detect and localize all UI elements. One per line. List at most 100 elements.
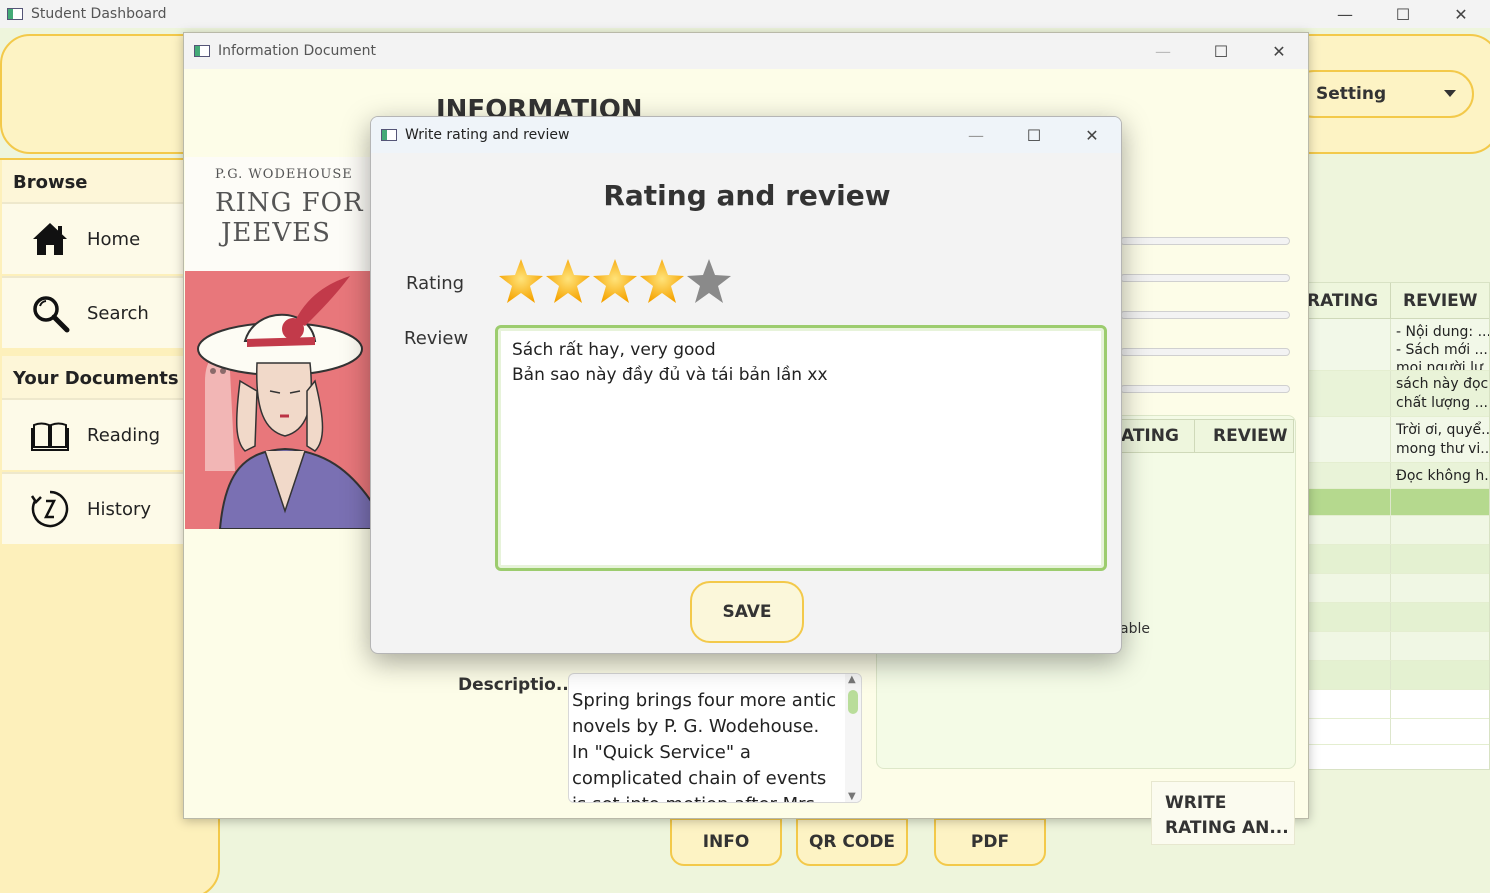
star-filled-icon[interactable] (499, 257, 543, 307)
table-header: ATING REVIEW (1116, 419, 1294, 453)
app-icon (381, 129, 397, 141)
review-textarea[interactable]: Sách rất hay, very good Bản sao này đầy … (495, 325, 1107, 571)
sidebar-item-label: Search (87, 302, 149, 324)
book-icon (31, 422, 69, 451)
scroll-up-icon[interactable]: ▲ (848, 674, 856, 685)
table-row[interactable] (1301, 661, 1489, 690)
table-row[interactable] (1301, 632, 1489, 661)
table-cell-rating (1301, 661, 1391, 689)
star-rating[interactable] (499, 257, 731, 307)
rating-bar (1120, 237, 1290, 245)
column-header-review[interactable]: REVIEW (1391, 283, 1489, 318)
rating-bar (1120, 311, 1290, 319)
scroll-down-icon[interactable]: ▼ (848, 791, 856, 802)
table-row[interactable]: - Nội dung: ... - Sách mới ... mọi người… (1301, 319, 1489, 371)
setting-dropdown[interactable]: Setting (1290, 70, 1474, 118)
table-row[interactable] (1301, 574, 1489, 603)
dialog-titlebar: Write rating and review — ☐ ✕ (371, 117, 1121, 153)
table-row[interactable] (1301, 603, 1489, 632)
table-row[interactable] (1301, 719, 1489, 745)
minimize-button[interactable]: — (1134, 33, 1192, 69)
dialog-heading: Rating and review (603, 179, 891, 212)
rating-bar (1120, 274, 1290, 282)
dialog-title: Write rating and review (405, 127, 570, 143)
star-filled-icon[interactable] (593, 257, 637, 307)
sidebar-item-history[interactable]: History (2, 472, 188, 544)
star-empty-icon[interactable] (687, 257, 731, 307)
write-rating-button[interactable]: WRITE RATING AN... (1151, 781, 1295, 845)
close-button[interactable]: ✕ (1063, 117, 1121, 153)
sidebar-section-browse: Browse (2, 160, 188, 204)
sidebar-item-label: History (87, 498, 152, 520)
minimize-button[interactable]: — (947, 117, 1005, 153)
rating-bars (1120, 237, 1290, 422)
table-cell-rating (1301, 690, 1391, 718)
table-cell-rating (1301, 545, 1391, 573)
rating-label: Rating (406, 273, 465, 294)
maximize-button[interactable]: ☐ (1005, 117, 1063, 153)
table-cell-review (1391, 632, 1489, 660)
table-cell-review (1391, 516, 1489, 544)
table-row[interactable]: sách này đọc... chất lượng ... (1301, 371, 1489, 417)
table-cell-rating (1301, 603, 1391, 631)
qr-code-button[interactable]: QR CODE (796, 818, 908, 866)
table-cell-rating (1301, 574, 1391, 602)
main-window-title: Student Dashboard (31, 6, 167, 22)
star-filled-icon[interactable] (640, 257, 684, 307)
table-row[interactable] (1301, 690, 1489, 719)
ratings-table: RATING REVIEW - Nội dung: ... - Sách mới… (1300, 282, 1490, 770)
column-header-review[interactable]: REVIEW (1195, 420, 1293, 452)
table-cell-rating (1301, 489, 1391, 515)
column-header-rating[interactable]: RATING (1301, 283, 1391, 318)
sidebar-item-reading[interactable]: Reading (2, 398, 188, 470)
table-cell-review: sách này đọc... chất lượng ... (1396, 376, 1489, 411)
table-cell-rating (1301, 719, 1391, 744)
setting-label: Setting (1316, 84, 1387, 104)
table-cell-review (1391, 603, 1489, 631)
sidebar-item-home[interactable]: Home (2, 202, 188, 274)
pdf-button[interactable]: PDF (934, 818, 1046, 866)
close-button[interactable]: ✕ (1250, 33, 1308, 69)
close-button[interactable]: ✕ (1432, 0, 1490, 28)
table-row[interactable] (1301, 516, 1489, 545)
table-row-selected[interactable] (1301, 489, 1489, 516)
description-text: Spring brings four more antic novels by … (572, 690, 837, 802)
book-cover-illustration (185, 271, 371, 529)
sidebar-item-search[interactable]: Search (2, 276, 188, 348)
table-cell-rating (1301, 417, 1391, 462)
app-icon (194, 45, 210, 57)
dialog-window-controls: — ☐ ✕ (947, 117, 1121, 153)
review-label: Review (404, 328, 469, 349)
rating-bar (1120, 385, 1290, 393)
table-row[interactable]: Đọc không h... (1301, 463, 1489, 489)
description-scrollbar[interactable]: ▲ ▼ (845, 674, 861, 802)
table-cell-review (1391, 690, 1489, 718)
home-icon (33, 223, 67, 255)
book-cover-title-line2: JEEVES (221, 218, 331, 248)
table-cell-review: Đọc không h... (1396, 468, 1489, 484)
table-cell-rating (1301, 516, 1391, 544)
column-header-rating[interactable]: ATING (1117, 420, 1195, 452)
info-window-title: Information Document (218, 43, 377, 59)
star-filled-icon[interactable] (546, 257, 590, 307)
info-button[interactable]: INFO (670, 818, 782, 866)
scrollbar-thumb[interactable] (848, 690, 858, 714)
table-cell-rating (1301, 632, 1391, 660)
table-row[interactable]: Trời ơi, quyể... mong thư vi... (1301, 417, 1489, 463)
chevron-down-icon (1444, 90, 1456, 97)
minimize-button[interactable]: — (1316, 0, 1374, 28)
save-button[interactable]: SAVE (690, 581, 804, 643)
book-cover-top: P.G. WODEHOUSE RING FOR JEEVES (185, 157, 371, 271)
app-icon (7, 8, 23, 20)
table-cell-review: Trời ơi, quyể... mong thư vi... (1396, 422, 1489, 457)
table-cell-review (1391, 574, 1489, 602)
maximize-button[interactable]: ☐ (1192, 33, 1250, 69)
write-rating-dialog: Write rating and review — ☐ ✕ Rating and… (370, 116, 1122, 654)
table-row[interactable] (1301, 545, 1489, 574)
sidebar-item-label: Home (87, 228, 141, 250)
maximize-button[interactable]: ☐ (1374, 0, 1432, 28)
book-cover: P.G. WODEHOUSE RING FOR JEEVES (185, 157, 371, 529)
history-icon (30, 490, 69, 528)
book-cover-title-line1: RING FOR (215, 188, 364, 218)
description-textarea[interactable]: Spring brings four more antic novels by … (568, 673, 862, 803)
